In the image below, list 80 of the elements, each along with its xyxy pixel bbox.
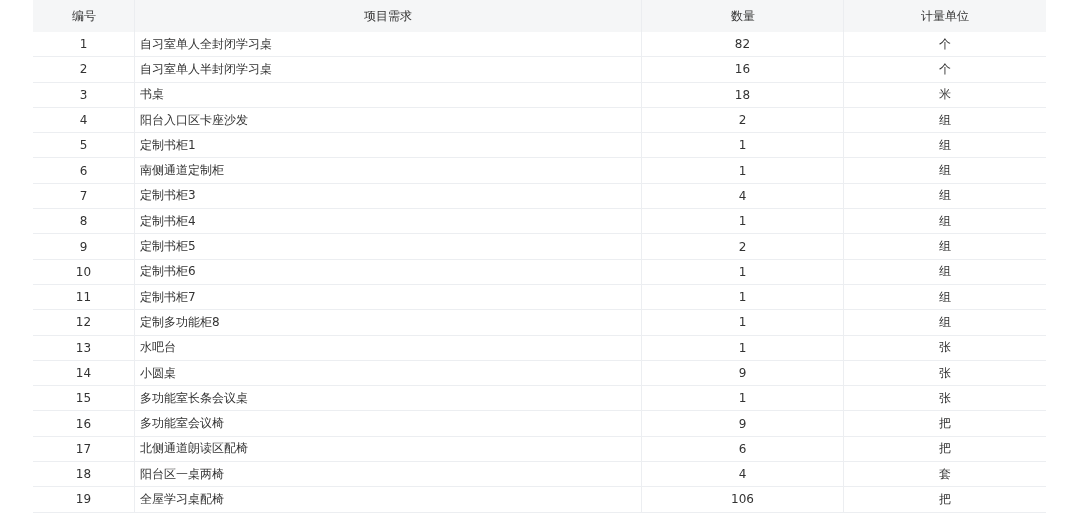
table-cell: 定制多功能柜8 — [134, 310, 641, 336]
table-cell: 定制书柜5 — [134, 234, 641, 260]
table-cell: 15 — [33, 386, 134, 412]
table-cell: 把 — [843, 436, 1046, 463]
table-cell: 16 — [641, 57, 843, 83]
table-cell: 个 — [843, 57, 1046, 83]
table-cell: 张 — [843, 335, 1046, 361]
column-header: 项目需求 — [134, 0, 641, 32]
table-cell: 18 — [33, 462, 134, 488]
table-cell: 106 — [641, 487, 843, 513]
table-cell: 7 — [33, 183, 134, 210]
table-cell: 8 — [33, 209, 134, 235]
table-cell: 多功能室会议椅 — [134, 411, 641, 437]
table-cell: 水吧台 — [134, 335, 641, 361]
table-cell: 2 — [641, 107, 843, 134]
table-cell: 套 — [843, 462, 1046, 488]
table-cell: 定制书柜3 — [134, 183, 641, 210]
table-cell: 北侧通道朗读区配椅 — [134, 436, 641, 463]
column-header: 编号 — [33, 0, 134, 32]
table-cell: 阳台区一桌两椅 — [134, 462, 641, 488]
table-cell: 把 — [843, 487, 1046, 513]
table-cell: 10 — [33, 259, 134, 285]
table-cell: 组 — [843, 310, 1046, 336]
table-cell: 定制书柜6 — [134, 259, 641, 285]
table-cell: 4 — [33, 107, 134, 134]
table-cell: 把 — [843, 411, 1046, 437]
table-cell: 多功能室长条会议桌 — [134, 386, 641, 412]
table-cell: 南侧通道定制柜 — [134, 158, 641, 184]
table-cell: 1 — [33, 32, 134, 58]
table-cell: 13 — [33, 335, 134, 361]
table-cell: 4 — [641, 462, 843, 488]
table-cell: 全屋学习桌配椅 — [134, 487, 641, 513]
table-cell: 组 — [843, 234, 1046, 260]
table-cell: 1 — [641, 259, 843, 285]
table-cell: 9 — [33, 234, 134, 260]
table-cell: 阳台入口区卡座沙发 — [134, 107, 641, 134]
table-cell: 82 — [641, 32, 843, 58]
table-cell: 9 — [641, 411, 843, 437]
table-cell: 1 — [641, 158, 843, 184]
column-header: 计量单位 — [843, 0, 1046, 32]
table-cell: 组 — [843, 133, 1046, 159]
table-cell: 2 — [641, 234, 843, 260]
table-cell: 18 — [641, 82, 843, 108]
table-cell: 3 — [33, 82, 134, 108]
table-cell: 1 — [641, 335, 843, 361]
table-cell: 书桌 — [134, 82, 641, 108]
table-cell: 米 — [843, 82, 1046, 108]
table-cell: 自习室单人半封闭学习桌 — [134, 57, 641, 83]
table-cell: 组 — [843, 259, 1046, 285]
table-cell: 组 — [843, 183, 1046, 210]
table-cell: 4 — [641, 183, 843, 210]
table-cell: 个 — [843, 32, 1046, 58]
table-cell: 组 — [843, 107, 1046, 134]
column-header: 数量 — [641, 0, 843, 32]
table-cell: 1 — [641, 133, 843, 159]
table-cell: 定制书柜4 — [134, 209, 641, 235]
table-cell: 1 — [641, 284, 843, 311]
table-cell: 张 — [843, 386, 1046, 412]
table-cell: 小圆桌 — [134, 360, 641, 387]
table-cell: 定制书柜7 — [134, 284, 641, 311]
table-cell: 2 — [33, 57, 134, 83]
table-cell: 19 — [33, 487, 134, 513]
table-cell: 9 — [641, 360, 843, 387]
table-cell: 11 — [33, 284, 134, 311]
table-cell: 14 — [33, 360, 134, 387]
table-cell: 12 — [33, 310, 134, 336]
table-cell: 17 — [33, 436, 134, 463]
table-cell: 组 — [843, 158, 1046, 184]
table-cell: 组 — [843, 209, 1046, 235]
table-cell: 6 — [33, 158, 134, 184]
table-cell: 5 — [33, 133, 134, 159]
table-cell: 组 — [843, 284, 1046, 311]
table-cell: 1 — [641, 310, 843, 336]
table-cell: 定制书柜1 — [134, 133, 641, 159]
table-cell: 1 — [641, 386, 843, 412]
table-cell: 自习室单人全封闭学习桌 — [134, 32, 641, 58]
table-cell: 6 — [641, 436, 843, 463]
table-cell: 1 — [641, 209, 843, 235]
table-cell: 张 — [843, 360, 1046, 387]
table-cell: 16 — [33, 411, 134, 437]
